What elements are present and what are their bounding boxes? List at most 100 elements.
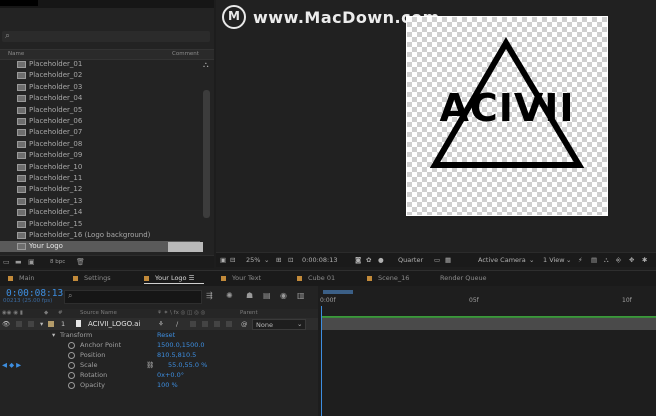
property-value[interactable]: 810.5,810.5	[157, 351, 196, 359]
column-comment-header[interactable]: Comment	[172, 51, 199, 57]
frame-blend-switch[interactable]	[202, 321, 208, 327]
resolution-dropdown[interactable]: Quarter	[398, 256, 423, 264]
column-source-name[interactable]: Source Name	[80, 310, 117, 316]
tab-render-queue[interactable]: Render Queue	[440, 274, 487, 282]
flowchart-icon[interactable]: ⛬	[203, 60, 209, 70]
project-item[interactable]: Placeholder_13	[0, 196, 200, 207]
visibility-eye-icon[interactable]: 👁	[2, 320, 10, 328]
motion-blur-switch[interactable]	[214, 321, 220, 327]
transparency-grid-icon[interactable]: ▦	[445, 256, 451, 264]
layer-number-icon[interactable]: #	[58, 310, 63, 316]
property-row[interactable]: Position 810.5,810.5	[0, 350, 318, 360]
switches-icon[interactable]: ⚘ ✶ \ fx ◎ ◫ ◎ ◎	[157, 310, 205, 316]
camera-dropdown[interactable]: Active Camera	[478, 256, 526, 264]
transform-reset-link[interactable]: Reset	[157, 331, 175, 339]
project-item[interactable]: Placeholder_04	[0, 93, 200, 104]
project-item[interactable]: Placeholder_15	[0, 219, 200, 230]
grid-icon[interactable]: ⊟	[230, 256, 235, 264]
new-composition-icon[interactable]: ▣	[28, 258, 35, 266]
project-item[interactable]: Placeholder_12	[0, 184, 200, 195]
layer-name[interactable]: ACIVII_LOGO.ai	[88, 320, 140, 328]
property-value[interactable]: 1500.0,1500.0	[157, 341, 205, 349]
graph-editor-icon[interactable]: ▥	[297, 291, 305, 300]
stopwatch-icon[interactable]	[68, 352, 75, 359]
zoom-dropdown[interactable]: 25%	[246, 256, 260, 264]
av-features-icon[interactable]: ◉◉ ◉ ▮	[2, 310, 23, 316]
zoom-chevron-icon[interactable]: ⌄	[264, 256, 269, 264]
color-channel-icon[interactable]: ●	[378, 256, 384, 264]
project-item[interactable]: Placeholder_16 (Logo background)	[0, 230, 200, 241]
shy-layers-icon[interactable]: ☗	[246, 291, 253, 300]
3d-icon[interactable]: ✥	[629, 256, 634, 264]
tab-scene-16[interactable]: Scene_16	[367, 274, 409, 282]
layer-label-color[interactable]	[48, 321, 54, 327]
project-search-input[interactable]: ⌕	[2, 31, 210, 42]
label-icon[interactable]: ◆	[44, 310, 48, 316]
project-item[interactable]: Placeholder_02	[0, 70, 200, 81]
exposure-icon[interactable]: ✱	[642, 256, 647, 264]
property-row[interactable]: Opacity 100 %	[0, 380, 318, 390]
quality-switch-icon[interactable]: /	[176, 320, 178, 328]
project-item[interactable]: Placeholder_06	[0, 116, 200, 127]
layer-row[interactable]: 👁 ▾ 1 ACIVII_LOGO.ai ⚘ / @ None ⌄	[0, 318, 318, 330]
shy-switch-icon[interactable]: ⚘	[158, 320, 164, 328]
transform-group[interactable]: ▾ Transform Reset	[0, 330, 318, 340]
project-scrollbar[interactable]	[203, 90, 210, 218]
view-chevron-icon[interactable]: ⌄	[566, 256, 571, 264]
solo-toggle[interactable]	[16, 321, 22, 327]
draft-3d-icon[interactable]: ✺	[226, 291, 233, 300]
work-area-bar[interactable]	[323, 290, 353, 294]
mask-icon[interactable]: ⊡	[288, 256, 293, 264]
parent-pickwhip-icon[interactable]: @	[241, 320, 248, 328]
time-ruler[interactable]: 0:00f 05f 10f	[320, 288, 656, 306]
expand-chevron-icon[interactable]: ▾	[40, 320, 43, 328]
property-value[interactable]: 55.0,55.0 %	[168, 361, 207, 369]
region-of-interest-icon[interactable]: ▭	[434, 256, 440, 264]
delete-icon[interactable]: 🗑	[76, 258, 85, 266]
property-value[interactable]: 0x+0.0°	[157, 371, 184, 379]
motion-blur-icon[interactable]: ◉	[280, 291, 287, 300]
new-folder-icon[interactable]: ▬	[15, 258, 22, 266]
toggle-pixel-icon[interactable]: ▤	[591, 256, 597, 264]
fit-icon[interactable]: ⊞	[276, 256, 281, 264]
property-row[interactable]: Rotation 0x+0.0°	[0, 370, 318, 380]
lock-toggle[interactable]	[28, 321, 34, 327]
interpret-footage-icon[interactable]: ▭	[3, 258, 10, 266]
tab-menu-icon[interactable]: ☰	[187, 274, 195, 282]
viewer-timecode[interactable]: 0:00:08:13	[302, 256, 338, 264]
bit-depth-label[interactable]: 8 bpc	[50, 259, 65, 265]
project-item[interactable]: Placeholder_03	[0, 82, 200, 93]
stopwatch-icon[interactable]	[68, 372, 75, 379]
project-item[interactable]: Placeholder_14	[0, 207, 200, 218]
stopwatch-icon[interactable]	[68, 362, 75, 369]
tab-cube-01[interactable]: Cube 01	[297, 274, 335, 282]
layer-duration-bar[interactable]	[322, 317, 656, 330]
frame-blending-icon[interactable]: ▤	[263, 291, 271, 300]
stopwatch-icon[interactable]	[68, 382, 75, 389]
fast-preview-icon[interactable]: ⚡	[578, 256, 583, 264]
property-row[interactable]: Anchor Point 1500.0,1500.0	[0, 340, 318, 350]
project-item[interactable]: Placeholder_07	[0, 127, 200, 138]
project-item[interactable]: Placeholder_09	[0, 150, 200, 161]
effects-switch[interactable]	[190, 321, 196, 327]
tab-main[interactable]: Main	[8, 274, 35, 282]
stopwatch-icon[interactable]	[68, 342, 75, 349]
camera-chevron-icon[interactable]: ⌄	[529, 256, 534, 264]
transform-chevron-icon[interactable]: ▾	[52, 331, 55, 339]
project-item[interactable]: Placeholder_08	[0, 139, 200, 150]
keyframe-navigator-icon[interactable]: ◀ ◆ ▶	[2, 361, 21, 369]
constrain-proportions-icon[interactable]: ⛓	[146, 361, 154, 369]
camera-snapshot-icon[interactable]: ◙	[355, 256, 361, 264]
parent-dropdown[interactable]: None ⌄	[252, 319, 306, 330]
tab-your-logo[interactable]: Your Logo ☰	[144, 274, 194, 282]
tab-settings[interactable]: Settings	[73, 274, 111, 282]
show-snapshot-icon[interactable]: ✿	[366, 256, 371, 264]
property-value[interactable]: 100 %	[157, 381, 178, 389]
3d-layer-switch[interactable]	[226, 321, 232, 327]
snapshot-icon[interactable]: ▣	[220, 256, 226, 264]
property-row[interactable]: Scale 55.0,55.0 % ◀ ◆ ▶ ⛓	[0, 360, 318, 370]
project-item[interactable]: Placeholder_10	[0, 162, 200, 173]
composition-canvas[interactable]: ACIVII	[406, 16, 608, 216]
current-time-indicator[interactable]	[321, 306, 322, 416]
comp-mini-flowchart-icon[interactable]: ⇶	[206, 291, 213, 300]
